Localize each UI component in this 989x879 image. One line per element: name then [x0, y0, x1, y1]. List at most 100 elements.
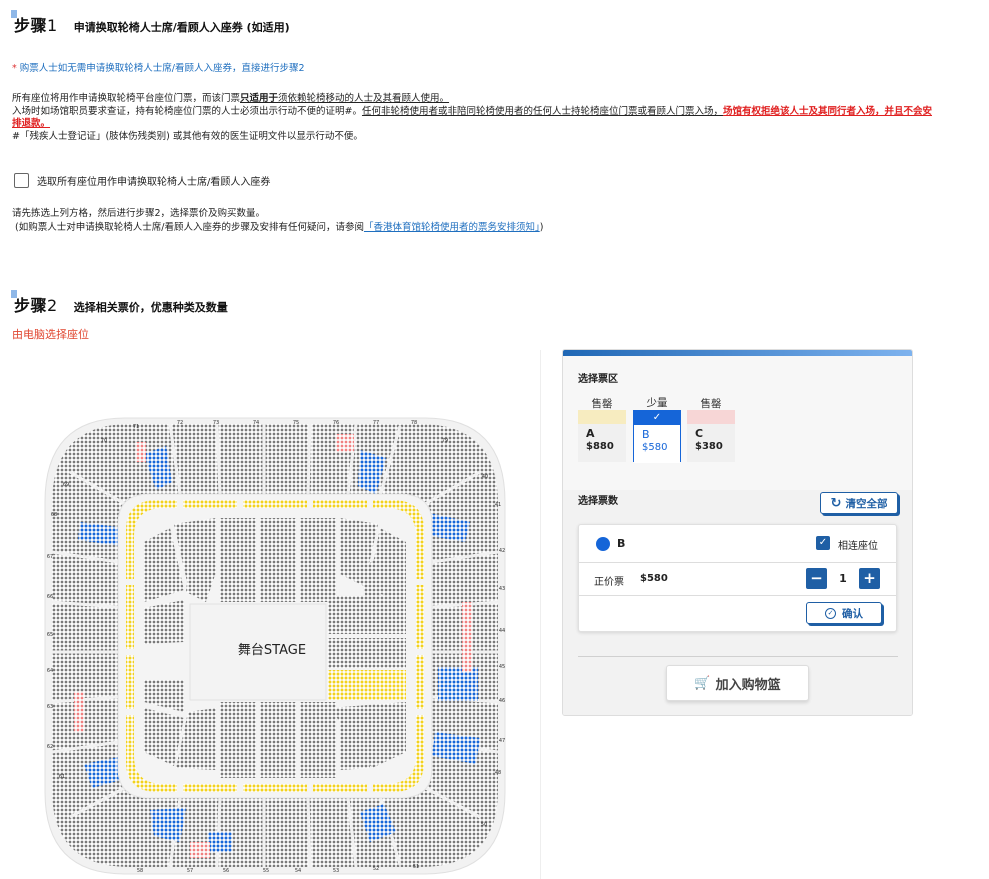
svg-text:47: 47 [499, 738, 505, 744]
step1-instructions: 请先拣选上列方格，然后进行步骤2，选择票价及购买数量。 (如购票人士对申请换取轮… [12, 208, 544, 233]
adjacent-seats-checkbox[interactable]: ✓ [816, 536, 830, 550]
computer-select-seats-link[interactable]: 由电脑选择座位 [12, 326, 89, 342]
ticket-row: 正价票 $580 − 1 + [579, 563, 896, 596]
zone-price: $380 [695, 441, 723, 452]
step1-header: 步骤1 申请换取轮椅人士席/看顾人入座券 (如适用) [11, 10, 290, 36]
svg-text:50: 50 [481, 822, 487, 828]
confirm-button[interactable]: ✓ 确认 [806, 602, 882, 624]
clear-all-button[interactable]: ↻ 清空全部 [820, 492, 898, 514]
wheelchair-checkbox-row[interactable]: 选取所有座位用作申请换取轮椅人士席/看顾人入座券 [14, 173, 270, 188]
clear-all-label: 清空全部 [845, 497, 888, 510]
selected-zone-name: B [617, 537, 626, 550]
zone-card-a[interactable]: 售罄 A $880 [578, 398, 626, 462]
svg-text:76: 76 [333, 420, 339, 426]
confirm-label: 确认 [842, 607, 863, 620]
decrease-quantity-button[interactable]: − [806, 568, 827, 589]
svg-text:71: 71 [133, 424, 139, 430]
add-to-cart-label: 加入购物篮 [715, 677, 781, 693]
step-marker [11, 290, 17, 298]
zone-color-dot [596, 537, 610, 551]
b-zone-floor-block [328, 670, 406, 700]
ticket-price: $580 [640, 573, 668, 584]
step-marker [11, 10, 17, 18]
column-divider [540, 350, 541, 879]
svg-text:54: 54 [295, 868, 301, 874]
ticket-panel: 选择票区 售罄 A $880 少量 ✓ B $580 售罄 C $380 选择票… [562, 349, 913, 716]
svg-text:64: 64 [47, 668, 53, 674]
zone-card-c[interactable]: 售罄 C $380 [687, 398, 735, 462]
svg-text:61: 61 [59, 774, 65, 780]
svg-text:53: 53 [333, 868, 339, 874]
svg-text:44: 44 [499, 628, 505, 634]
skip-note: * 购票人士如无需申请换取轮椅人士席/看顾人入座券，直接进行步骤2 [12, 63, 305, 74]
svg-text:68: 68 [51, 512, 57, 518]
stage-label: 舞台STAGE [238, 643, 306, 658]
zone-row: B ✓ 相连座位 [579, 525, 896, 563]
svg-text:74: 74 [253, 420, 259, 426]
zone-color-band [578, 410, 626, 424]
zone-body: C $380 [687, 424, 735, 462]
zone-body: B $580 [634, 425, 680, 463]
svg-text:75: 75 [293, 420, 299, 426]
ticket-type: 正价票 [594, 577, 624, 588]
zone-section: 选择票区 售罄 A $880 少量 ✓ B $580 售罄 C $380 [563, 356, 912, 490]
zone-status: 售罄 [591, 398, 613, 410]
svg-text:66: 66 [47, 594, 53, 600]
step2-title: 选择相关票价，优惠种类及数量 [73, 301, 228, 314]
svg-text:73: 73 [213, 420, 219, 426]
svg-text:65: 65 [47, 632, 53, 638]
svg-text:62: 62 [47, 744, 53, 750]
svg-text:78: 78 [411, 420, 417, 426]
svg-text:55: 55 [263, 868, 269, 874]
svg-text:51: 51 [413, 864, 419, 870]
qty-heading: 选择票数 [578, 496, 618, 507]
svg-text:72: 72 [177, 420, 183, 426]
svg-text:57: 57 [187, 868, 193, 874]
add-to-cart-button[interactable]: 🛒 加入购物篮 [666, 665, 809, 701]
step1-title: 申请换取轮椅人士席/看顾人入座券 (如适用) [73, 21, 290, 34]
quantity-value: 1 [839, 572, 847, 585]
svg-text:40: 40 [482, 474, 488, 480]
adjacent-seats-label: 相连座位 [838, 541, 878, 552]
zone-name: B [642, 428, 650, 441]
zone-name: A [586, 427, 595, 440]
zone-price: $880 [586, 441, 614, 452]
check-icon: ✓ [634, 411, 680, 425]
zone-body: A $880 [578, 424, 626, 462]
svg-text:48: 48 [495, 770, 501, 776]
svg-text:69: 69 [63, 482, 69, 488]
svg-text:42: 42 [499, 548, 505, 554]
wheelchair-rules: 所有座位将用作申请换取轮椅平台座位门票，而该门票只适用于须依赖轮椅移动的人士及其… [12, 93, 932, 142]
svg-text:58: 58 [137, 868, 143, 874]
quantity-box: B ✓ 相连座位 正价票 $580 − 1 + ✓ 确认 [578, 524, 897, 632]
zone-heading: 选择票区 [578, 374, 618, 385]
svg-text:77: 77 [373, 420, 379, 426]
svg-text:43: 43 [499, 586, 505, 592]
cart-icon: 🛒 [694, 675, 711, 691]
wheelchair-checkbox[interactable] [14, 173, 29, 188]
seating-map[interactable]: 舞台STAGE 71 72 73 74 75 76 77 78 79 70 69 68 67 66… [40, 412, 510, 879]
wheelchair-checkbox-label: 选取所有座位用作申请换取轮椅人士席/看顾人入座券 [37, 177, 271, 188]
svg-text:79: 79 [442, 438, 448, 444]
svg-text:41: 41 [495, 502, 501, 508]
refresh-icon: ↻ [830, 495, 842, 511]
zone-status: 少量 [646, 397, 668, 409]
svg-text:56: 56 [223, 868, 229, 874]
svg-text:52: 52 [373, 866, 379, 872]
panel-divider [578, 656, 898, 657]
zone-card-b[interactable]: 少量 ✓ B $580 [633, 397, 681, 463]
svg-text:67: 67 [47, 554, 53, 560]
zone-color-band [687, 410, 735, 424]
step1-label: 步骤1 [14, 16, 58, 35]
step2-header: 步骤2 选择相关票价，优惠种类及数量 [11, 290, 228, 316]
svg-text:45: 45 [499, 664, 505, 670]
zone-status: 售罄 [700, 398, 722, 410]
zone-name: C [695, 427, 704, 440]
svg-text:63: 63 [47, 704, 53, 710]
step2-label: 步骤2 [14, 296, 58, 315]
wheelchair-guide-link[interactable]: 「香港体育馆轮椅使用者的票务安排须知」 [364, 222, 540, 233]
check-circle-icon: ✓ [825, 607, 836, 619]
zone-price: $580 [642, 442, 668, 453]
increase-quantity-button[interactable]: + [859, 568, 880, 589]
svg-text:46: 46 [499, 698, 505, 704]
